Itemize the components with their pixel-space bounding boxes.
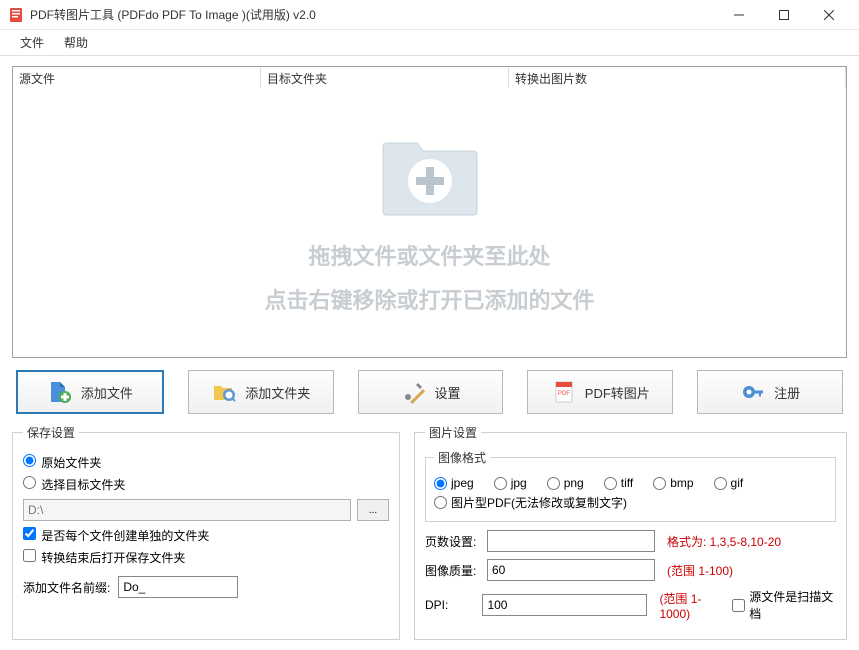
image-legend: 图片设置 xyxy=(425,424,481,441)
format-tiff-label[interactable]: tiff xyxy=(604,476,633,490)
save-settings-panel: 保存设置 原始文件夹 选择目标文件夹 ... 是否每个文件创建单独的文件夹 转换… xyxy=(12,424,400,640)
add-folder-button[interactable]: 添加文件夹 xyxy=(188,370,334,414)
menu-file[interactable]: 文件 xyxy=(10,30,54,55)
add-file-button[interactable]: 添加文件 xyxy=(16,370,164,414)
window-title: PDF转图片工具 (PDFdo PDF To Image )(试用版) v2.0 xyxy=(30,6,716,23)
register-label: 注册 xyxy=(774,383,800,402)
format-imagepdf-radio[interactable] xyxy=(434,496,447,509)
convert-label: PDF转图片 xyxy=(585,383,650,402)
add-file-icon xyxy=(47,379,73,405)
original-folder-radio[interactable] xyxy=(23,454,36,467)
image-settings-panel: 图片设置 图像格式 jpeg jpg png tiff bmp gif 图片型P… xyxy=(414,424,847,640)
dpi-hint: (范围 1-1000) xyxy=(659,590,726,621)
target-path-input xyxy=(23,499,351,521)
format-jpg-label[interactable]: jpg xyxy=(494,476,527,490)
titlebar: PDF转图片工具 (PDFdo PDF To Image )(试用版) v2.0 xyxy=(0,0,859,30)
prefix-input[interactable] xyxy=(118,576,238,598)
pages-hint: 格式为: 1,3,5-8,10-20 xyxy=(667,533,781,550)
scan-doc-checkbox[interactable] xyxy=(732,599,745,612)
dpi-label: DPI: xyxy=(425,598,476,612)
format-tiff-radio[interactable] xyxy=(604,477,617,490)
drop-zone[interactable]: 拖拽文件或文件夹至此处 点击右键移除或打开已添加的文件 xyxy=(13,89,846,357)
pages-label: 页数设置: xyxy=(425,533,481,550)
format-bmp-label[interactable]: bmp xyxy=(653,476,693,490)
key-icon xyxy=(740,379,766,405)
svg-text:PDF: PDF xyxy=(558,391,570,397)
format-png-label[interactable]: png xyxy=(547,476,584,490)
select-target-radio[interactable] xyxy=(23,476,36,489)
column-count[interactable]: 转换出图片数 xyxy=(509,67,846,88)
pdf-icon: PDF xyxy=(551,379,577,405)
original-folder-radio-label[interactable]: 原始文件夹 xyxy=(23,454,101,471)
maximize-button[interactable] xyxy=(761,0,806,30)
convert-button[interactable]: PDF PDF转图片 xyxy=(527,370,673,414)
format-legend: 图像格式 xyxy=(434,449,490,466)
window-controls xyxy=(716,0,851,30)
settings-label: 设置 xyxy=(434,383,460,402)
settings-button[interactable]: 设置 xyxy=(358,370,504,414)
format-gif-radio[interactable] xyxy=(714,477,727,490)
toolbar: 添加文件 添加文件夹 设置 PDF PDF转图片 注册 xyxy=(12,370,847,414)
format-gif-label[interactable]: gif xyxy=(714,476,744,490)
subfolder-check-label[interactable]: 是否每个文件创建单独的文件夹 xyxy=(23,527,209,544)
select-target-radio-label[interactable]: 选择目标文件夹 xyxy=(23,476,125,493)
format-png-radio[interactable] xyxy=(547,477,560,490)
browse-button[interactable]: ... xyxy=(357,499,389,521)
menu-help[interactable]: 帮助 xyxy=(54,30,98,55)
format-imagepdf-label[interactable]: 图片型PDF(无法修改或复制文字) xyxy=(434,494,627,511)
format-bmp-radio[interactable] xyxy=(653,477,666,490)
column-source[interactable]: 源文件 xyxy=(13,67,261,88)
quality-label: 图像质量: xyxy=(425,562,481,579)
file-list[interactable]: 源文件 目标文件夹 转换出图片数 拖拽文件或文件夹至此处 点击右键移除或打开已添… xyxy=(12,66,847,358)
dpi-input[interactable] xyxy=(482,594,647,616)
quality-hint: (范围 1-100) xyxy=(667,562,733,579)
close-button[interactable] xyxy=(806,0,851,30)
drop-text-2: 点击右键移除或打开已添加的文件 xyxy=(264,279,594,323)
minimize-button[interactable] xyxy=(716,0,761,30)
format-panel: 图像格式 jpeg jpg png tiff bmp gif 图片型PDF(无法… xyxy=(425,449,836,522)
main-content: 源文件 目标文件夹 转换出图片数 拖拽文件或文件夹至此处 点击右键移除或打开已添… xyxy=(0,56,859,650)
format-jpg-radio[interactable] xyxy=(494,477,507,490)
open-after-check-label[interactable]: 转换结束后打开保存文件夹 xyxy=(23,549,185,566)
format-jpeg-label[interactable]: jpeg xyxy=(434,476,474,490)
scan-doc-label[interactable]: 源文件是扫描文档 xyxy=(732,588,836,622)
add-file-label: 添加文件 xyxy=(81,383,133,402)
save-legend: 保存设置 xyxy=(23,424,79,441)
app-icon xyxy=(8,7,24,23)
subfolder-checkbox[interactable] xyxy=(23,527,36,540)
add-folder-icon xyxy=(211,379,237,405)
column-target[interactable]: 目标文件夹 xyxy=(261,67,509,88)
format-jpeg-radio[interactable] xyxy=(434,477,447,490)
settings-icon xyxy=(400,379,426,405)
drop-text-1: 拖拽文件或文件夹至此处 xyxy=(308,235,550,279)
folder-plus-icon xyxy=(375,123,485,223)
quality-input[interactable] xyxy=(487,559,655,581)
menubar: 文件 帮助 xyxy=(0,30,859,56)
list-header: 源文件 目标文件夹 转换出图片数 xyxy=(13,67,846,89)
pages-input[interactable] xyxy=(487,530,655,552)
prefix-label: 添加文件名前缀: xyxy=(23,579,110,596)
register-button[interactable]: 注册 xyxy=(697,370,843,414)
settings-panels: 保存设置 原始文件夹 选择目标文件夹 ... 是否每个文件创建单独的文件夹 转换… xyxy=(12,424,847,640)
open-after-checkbox[interactable] xyxy=(23,549,36,562)
add-folder-label: 添加文件夹 xyxy=(245,383,310,402)
